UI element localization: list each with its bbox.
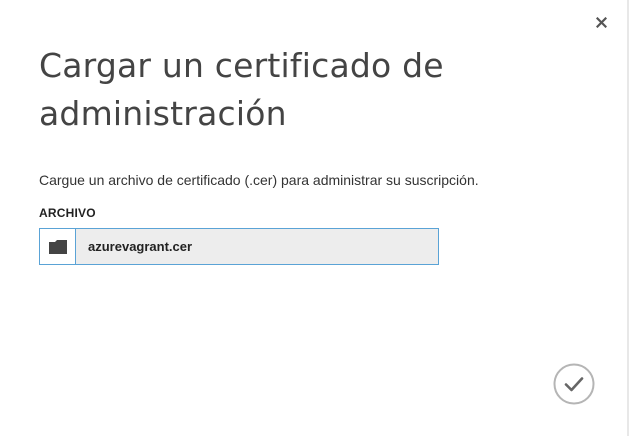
close-icon (595, 16, 607, 28)
file-name-input[interactable]: azurevagrant.cer (76, 229, 438, 264)
file-picker[interactable]: azurevagrant.cer (39, 228, 439, 265)
dialog-title: Cargar un certificado de administración (39, 46, 444, 133)
browse-file-button[interactable] (40, 229, 76, 264)
confirm-button[interactable] (553, 363, 595, 405)
upload-certificate-dialog: Cargar un certificado de administración … (0, 0, 629, 436)
file-field-label: ARCHIVO (39, 206, 96, 220)
folder-icon (48, 239, 67, 254)
close-button[interactable] (593, 14, 609, 30)
dialog-description: Cargue un archivo de certificado (.cer) … (39, 172, 479, 188)
checkmark-icon (553, 363, 595, 405)
